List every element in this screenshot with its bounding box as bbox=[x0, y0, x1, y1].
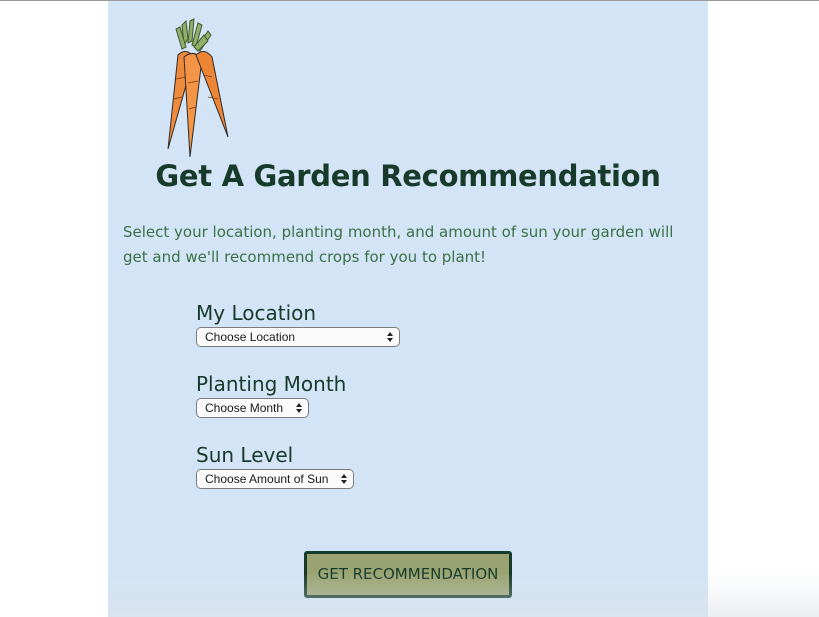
month-label: Planting Month bbox=[196, 372, 347, 396]
location-field: My Location Choose Location bbox=[196, 301, 400, 347]
select-arrows-icon bbox=[341, 474, 347, 484]
page-title: Get A Garden Recommendation bbox=[155, 159, 661, 193]
intro-text: Select your location, planting month, an… bbox=[123, 223, 674, 266]
location-select[interactable]: Choose Location bbox=[196, 327, 400, 347]
main-panel: Get A Garden Recommendation Select your … bbox=[108, 1, 708, 617]
select-arrows-icon bbox=[296, 403, 302, 413]
sun-field: Sun Level Choose Amount of Sun bbox=[196, 443, 354, 489]
month-select-value: Choose Month bbox=[205, 401, 284, 415]
sun-label: Sun Level bbox=[196, 443, 294, 467]
location-label: My Location bbox=[196, 301, 317, 325]
month-select[interactable]: Choose Month bbox=[196, 398, 309, 418]
location-select-value: Choose Location bbox=[205, 330, 296, 344]
select-arrows-icon bbox=[387, 332, 393, 342]
sun-select[interactable]: Choose Amount of Sun bbox=[196, 469, 354, 489]
month-field: Planting Month Choose Month bbox=[196, 372, 346, 418]
get-recommendation-button[interactable]: GET RECOMMENDATION bbox=[304, 551, 512, 598]
carrots-icon bbox=[167, 18, 229, 158]
sun-select-value: Choose Amount of Sun bbox=[205, 472, 329, 486]
